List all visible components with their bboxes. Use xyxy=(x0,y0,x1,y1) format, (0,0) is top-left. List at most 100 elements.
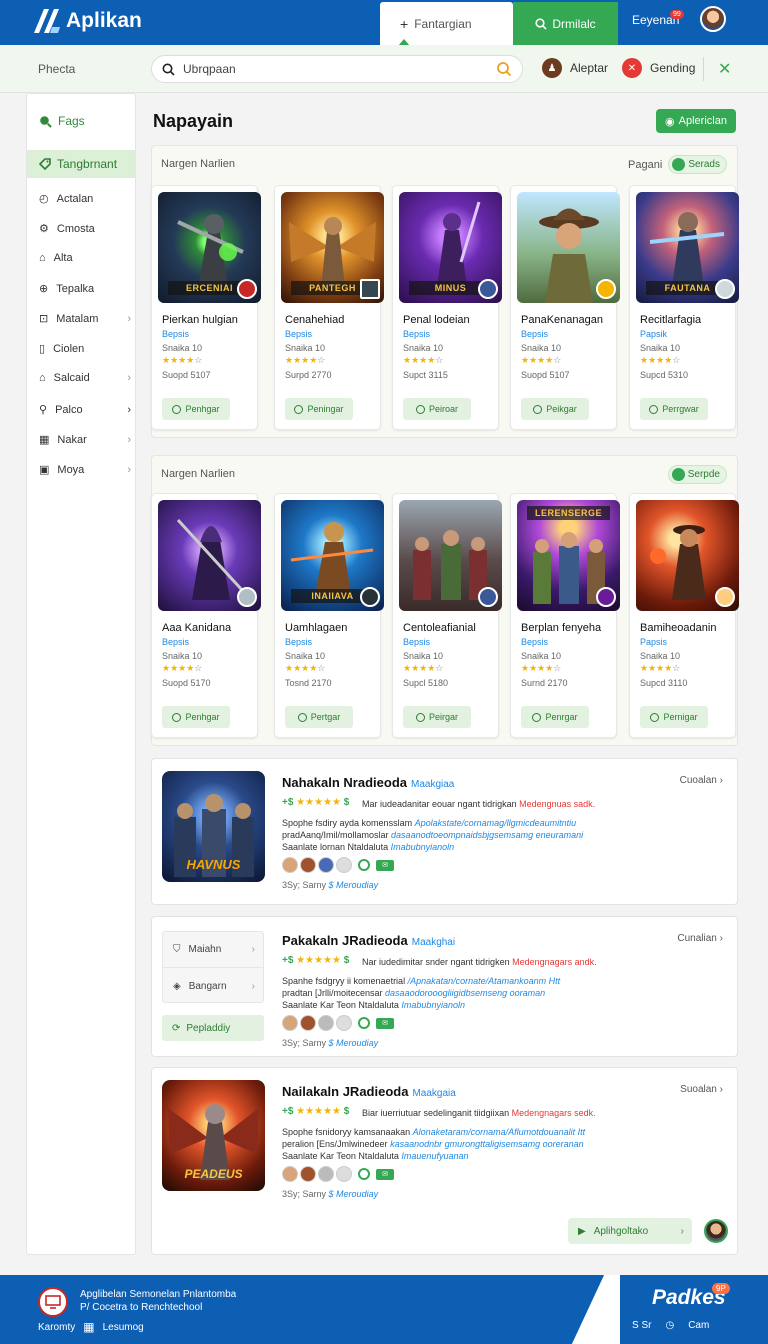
subbar-item-1[interactable]: ♟ Aleptar xyxy=(542,58,608,78)
user-avatar[interactable] xyxy=(700,6,726,32)
avatar[interactable] xyxy=(336,1166,352,1182)
subbar-item-2[interactable]: ✕ Gending xyxy=(622,58,695,78)
download-icon xyxy=(533,404,543,414)
footer-logo-icon[interactable] xyxy=(38,1287,68,1317)
install-button[interactable]: Peiroar xyxy=(403,398,471,420)
game-meta: Snaika 10 xyxy=(403,343,444,353)
app-listing-1[interactable]: HAVNUS Nahakaln Nradieoda Maakgiaa Cuoala… xyxy=(151,758,738,905)
avatar[interactable] xyxy=(300,857,316,873)
avatar[interactable] xyxy=(704,1219,728,1243)
avatar[interactable] xyxy=(336,857,352,873)
listing-line-link[interactable]: Imauenufyuanan xyxy=(401,1151,468,1161)
star-rating: ★★★★☆ xyxy=(285,355,326,365)
listing-line-link[interactable]: Apolakstate/cornamag/llgmicdeaumitntiu xyxy=(415,818,577,828)
game-card[interactable]: PANTEGH Cenahehiad Bepsis Snaika 10 ★★★★… xyxy=(274,185,384,430)
primary-action-button[interactable]: ◉ Aplericlan xyxy=(656,109,736,133)
install-button[interactable]: Perrgwar xyxy=(640,398,708,420)
badge-icon xyxy=(360,279,380,299)
sidebar-title[interactable]: Fags xyxy=(39,114,85,128)
listing-tag: Maakgaia xyxy=(412,1088,456,1099)
app-listing-2[interactable]: ⛉ Maiahn › ◈ Bangarn › ⟳ Pepladdiy Pakakaln J… xyxy=(151,916,738,1057)
section-pill[interactable]: Serpde xyxy=(667,465,727,484)
listing-footer-accent[interactable]: $ Meroudiay xyxy=(329,1038,379,1048)
tab-right[interactable]: Drmilalc xyxy=(513,2,618,45)
avatar[interactable] xyxy=(318,1166,334,1182)
game-card[interactable]: MINUS Penal lodeian Bepsis Snaika 10 ★★★… xyxy=(392,185,502,430)
listing-line-link[interactable]: Imabubnyianoln xyxy=(401,1000,465,1010)
brand-name: Aplikan xyxy=(66,9,142,32)
sidebar-item-9[interactable]: ▦ Nakar › xyxy=(39,433,131,447)
avatar[interactable] xyxy=(282,1015,298,1031)
listing-line-link[interactable]: Alonaketaram/cornama/Aflumotdouanalit It… xyxy=(413,1127,586,1137)
search-submit-icon[interactable] xyxy=(496,61,512,77)
listing-cta-button[interactable]: ▶ Aplihgoltako › xyxy=(568,1218,692,1244)
avatar[interactable] xyxy=(300,1166,316,1182)
install-button[interactable]: Peikgar xyxy=(521,398,589,420)
install-button[interactable]: Peirgar xyxy=(403,706,471,728)
install-button[interactable]: Peningar xyxy=(285,398,353,420)
avatar[interactable] xyxy=(318,1015,334,1031)
sidebar-item-3[interactable]: ⌂ Alta xyxy=(39,252,131,264)
section-pill[interactable]: Serads xyxy=(668,155,727,174)
footer-link[interactable]: Karomty xyxy=(38,1322,75,1333)
game-card[interactable]: INAIIAVA Uamhlagaen Bepsis Snaika 10 ★★★… xyxy=(274,493,384,738)
game-card[interactable]: Centoleafianial Bepsis Snaika 10 ★★★★☆ S… xyxy=(392,493,502,738)
app-listing-3[interactable]: PEADEUS Nailakaln JRadieoda Maakgaia Suoa… xyxy=(151,1067,738,1255)
install-button[interactable]: Pernigar xyxy=(640,706,708,728)
listing-footer-accent[interactable]: $ Meroudiay xyxy=(329,880,379,890)
game-card[interactable]: LERENSERGE Berplan fenyeha Bepsis Snaika… xyxy=(510,493,620,738)
footer-bottom-link[interactable]: Cam xyxy=(688,1320,709,1331)
sidebar-item-1[interactable]: ◴ Actalan xyxy=(39,192,131,206)
listing-more-link[interactable]: Suoalan › xyxy=(680,1084,723,1095)
badge-icon xyxy=(478,587,498,607)
listing-line-link[interactable]: Imabubnyianoln xyxy=(391,842,455,852)
search-input[interactable]: Ubrqpaan xyxy=(151,55,523,83)
install-button[interactable]: Penhgar xyxy=(162,398,230,420)
listing-more-link[interactable]: Cunalian › xyxy=(677,933,723,944)
sidebar-item-8[interactable]: ⚲ Palco › xyxy=(39,403,131,417)
avatar[interactable] xyxy=(300,1015,316,1031)
footer-link[interactable]: Lesumog xyxy=(103,1322,144,1333)
install-button[interactable]: Pertgar xyxy=(285,706,353,728)
message-icon[interactable]: ✉ xyxy=(376,1017,394,1029)
sidebar-item-active[interactable]: Tangbrnant xyxy=(27,150,135,178)
section-pill-label: Serads xyxy=(688,159,720,170)
game-card[interactable]: Aaa Kanidana Bepsis Snaika 10 ★★★★☆ Suop… xyxy=(151,493,261,738)
game-meta: Snaika 10 xyxy=(285,651,326,661)
listing-footer-accent[interactable]: $ Meroudiay xyxy=(329,1189,379,1199)
game-card[interactable]: FAUTANA Recitlarfagia Papsik Snaika 10 ★… xyxy=(629,185,739,430)
game-category: Bepsis xyxy=(403,329,431,339)
sidebar-item-10[interactable]: ▣ Moya › xyxy=(39,463,131,477)
sidebar-item-2[interactable]: ⚙ Cmosta xyxy=(39,222,131,236)
message-icon[interactable]: ✉ xyxy=(376,1168,394,1180)
panel-item-2[interactable]: ◈ Bangarn › xyxy=(163,968,263,1004)
sidebar-item-5[interactable]: ⊡ Matalam › xyxy=(39,312,131,326)
avatar[interactable] xyxy=(336,1015,352,1031)
listing-line: Spanhe fsdgryy ii komenaetrial xyxy=(282,976,408,986)
game-card[interactable]: PanaKenanagan Bepsis Snaika 10 ★★★★☆ Suo… xyxy=(510,185,620,430)
game-card[interactable]: Bamiheoadanin Papsis Snaika 10 ★★★★☆ Sup… xyxy=(629,493,739,738)
install-button[interactable]: Penrgar xyxy=(521,706,589,728)
avatar[interactable] xyxy=(282,1166,298,1182)
sidebar-item-6[interactable]: ▯ Ciolen xyxy=(39,342,131,356)
panel-action-button[interactable]: ⟳ Pepladdiy xyxy=(162,1015,264,1041)
footer-bottom-link[interactable]: S Sr xyxy=(632,1320,651,1331)
panel-item-1[interactable]: ⛉ Maiahn › xyxy=(163,932,263,968)
avatar[interactable] xyxy=(318,857,334,873)
brand-logo[interactable]: Aplikan xyxy=(32,6,142,36)
footer: Apglibelan Semonelan Pnlantomba P/ Cocet… xyxy=(0,1275,768,1344)
listing-line-link[interactable]: dasaaodorooogliigidbsemseng ooraman xyxy=(385,988,545,998)
footer-line-2: P/ Cocetra to Renchtechool xyxy=(80,1302,203,1313)
message-icon[interactable]: ✉ xyxy=(376,859,394,871)
sidebar-item-7[interactable]: ⌂ Salcaid › xyxy=(39,372,131,384)
listing-more-link[interactable]: Cuoalan › xyxy=(680,775,723,786)
game-card[interactable]: ERCENIAI Pierkan hulgian Bepsis Snaika 1… xyxy=(151,185,261,430)
listing-line-link[interactable]: dasaanodtoeompnaidsbjgsemsamg eneuramani xyxy=(391,830,583,840)
listing-line-link[interactable]: /Apnakatan/cornate/Atamankoanm Htt xyxy=(408,976,561,986)
tab-left[interactable]: + Fantargian xyxy=(380,2,513,46)
close-icon[interactable]: ✕ xyxy=(718,59,731,79)
listing-line-link[interactable]: kasaanodnbr gmurongttaligisemsamg oorera… xyxy=(390,1139,584,1149)
install-button[interactable]: Penhgar xyxy=(162,706,230,728)
avatar[interactable] xyxy=(282,857,298,873)
sidebar-item-4[interactable]: ⊕ Tepalka xyxy=(39,282,131,296)
